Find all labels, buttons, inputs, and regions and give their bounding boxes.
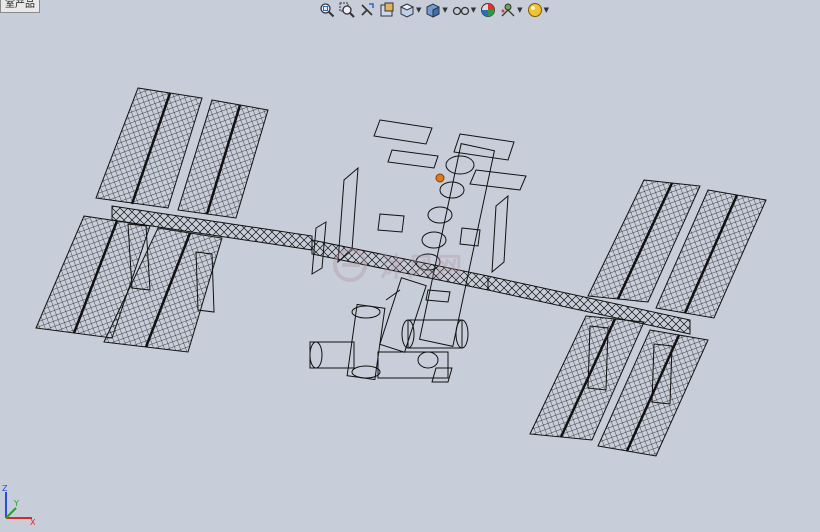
chevron-down-icon: ▼ — [543, 6, 549, 14]
zoom-to-area-button[interactable] — [338, 1, 356, 19]
graphics-area[interactable]: 沐风网 室产品 ▼ ▼ ▼ ▼ ▼ Z X Y — [0, 0, 820, 532]
triad-x-label: X — [30, 518, 36, 526]
watermark-text: 沐风网 — [380, 253, 465, 283]
previous-view-icon — [361, 3, 374, 16]
marker-point — [435, 173, 445, 183]
view-orientation-icon — [399, 3, 415, 18]
watermark: 沐风网 — [330, 243, 500, 283]
coordinate-triad: Z X Y — [2, 484, 36, 526]
display-style-icon — [426, 3, 440, 18]
display-style-button[interactable]: ▼ — [424, 1, 448, 19]
chevron-down-icon: ▼ — [470, 6, 477, 14]
edit-appearance-button[interactable] — [479, 1, 497, 19]
feature-tree-label[interactable]: 室产品 — [0, 0, 40, 13]
heads-up-view-toolbar: ▼ ▼ ▼ ▼ ▼ — [318, 0, 550, 20]
apply-scene-button[interactable]: ▼ — [499, 1, 523, 19]
apply-scene-icon — [501, 3, 515, 17]
chevron-down-icon: ▼ — [517, 6, 523, 14]
section-view-button[interactable] — [378, 1, 396, 19]
view-orientation-button[interactable]: ▼ — [398, 1, 422, 19]
chevron-down-icon: ▼ — [442, 6, 448, 14]
zoom-to-area-icon — [339, 2, 355, 18]
hide-show-items-icon — [452, 6, 469, 16]
lab-modules — [309, 277, 469, 383]
section-view-icon — [380, 2, 394, 17]
view-settings-icon — [527, 3, 542, 17]
zoom-to-fit-icon — [320, 3, 335, 18]
triad-y-label: Y — [13, 499, 19, 508]
edit-appearance-icon — [481, 3, 496, 17]
service-module — [373, 119, 527, 347]
chevron-down-icon: ▼ — [416, 6, 422, 14]
previous-view-button[interactable] — [358, 1, 376, 19]
triad-z-label: Z — [2, 484, 8, 493]
watermark-logo-icon — [333, 248, 367, 282]
hide-show-items-button[interactable]: ▼ — [451, 1, 477, 19]
view-settings-button[interactable]: ▼ — [526, 1, 550, 19]
zoom-to-fit-button[interactable] — [318, 1, 336, 19]
